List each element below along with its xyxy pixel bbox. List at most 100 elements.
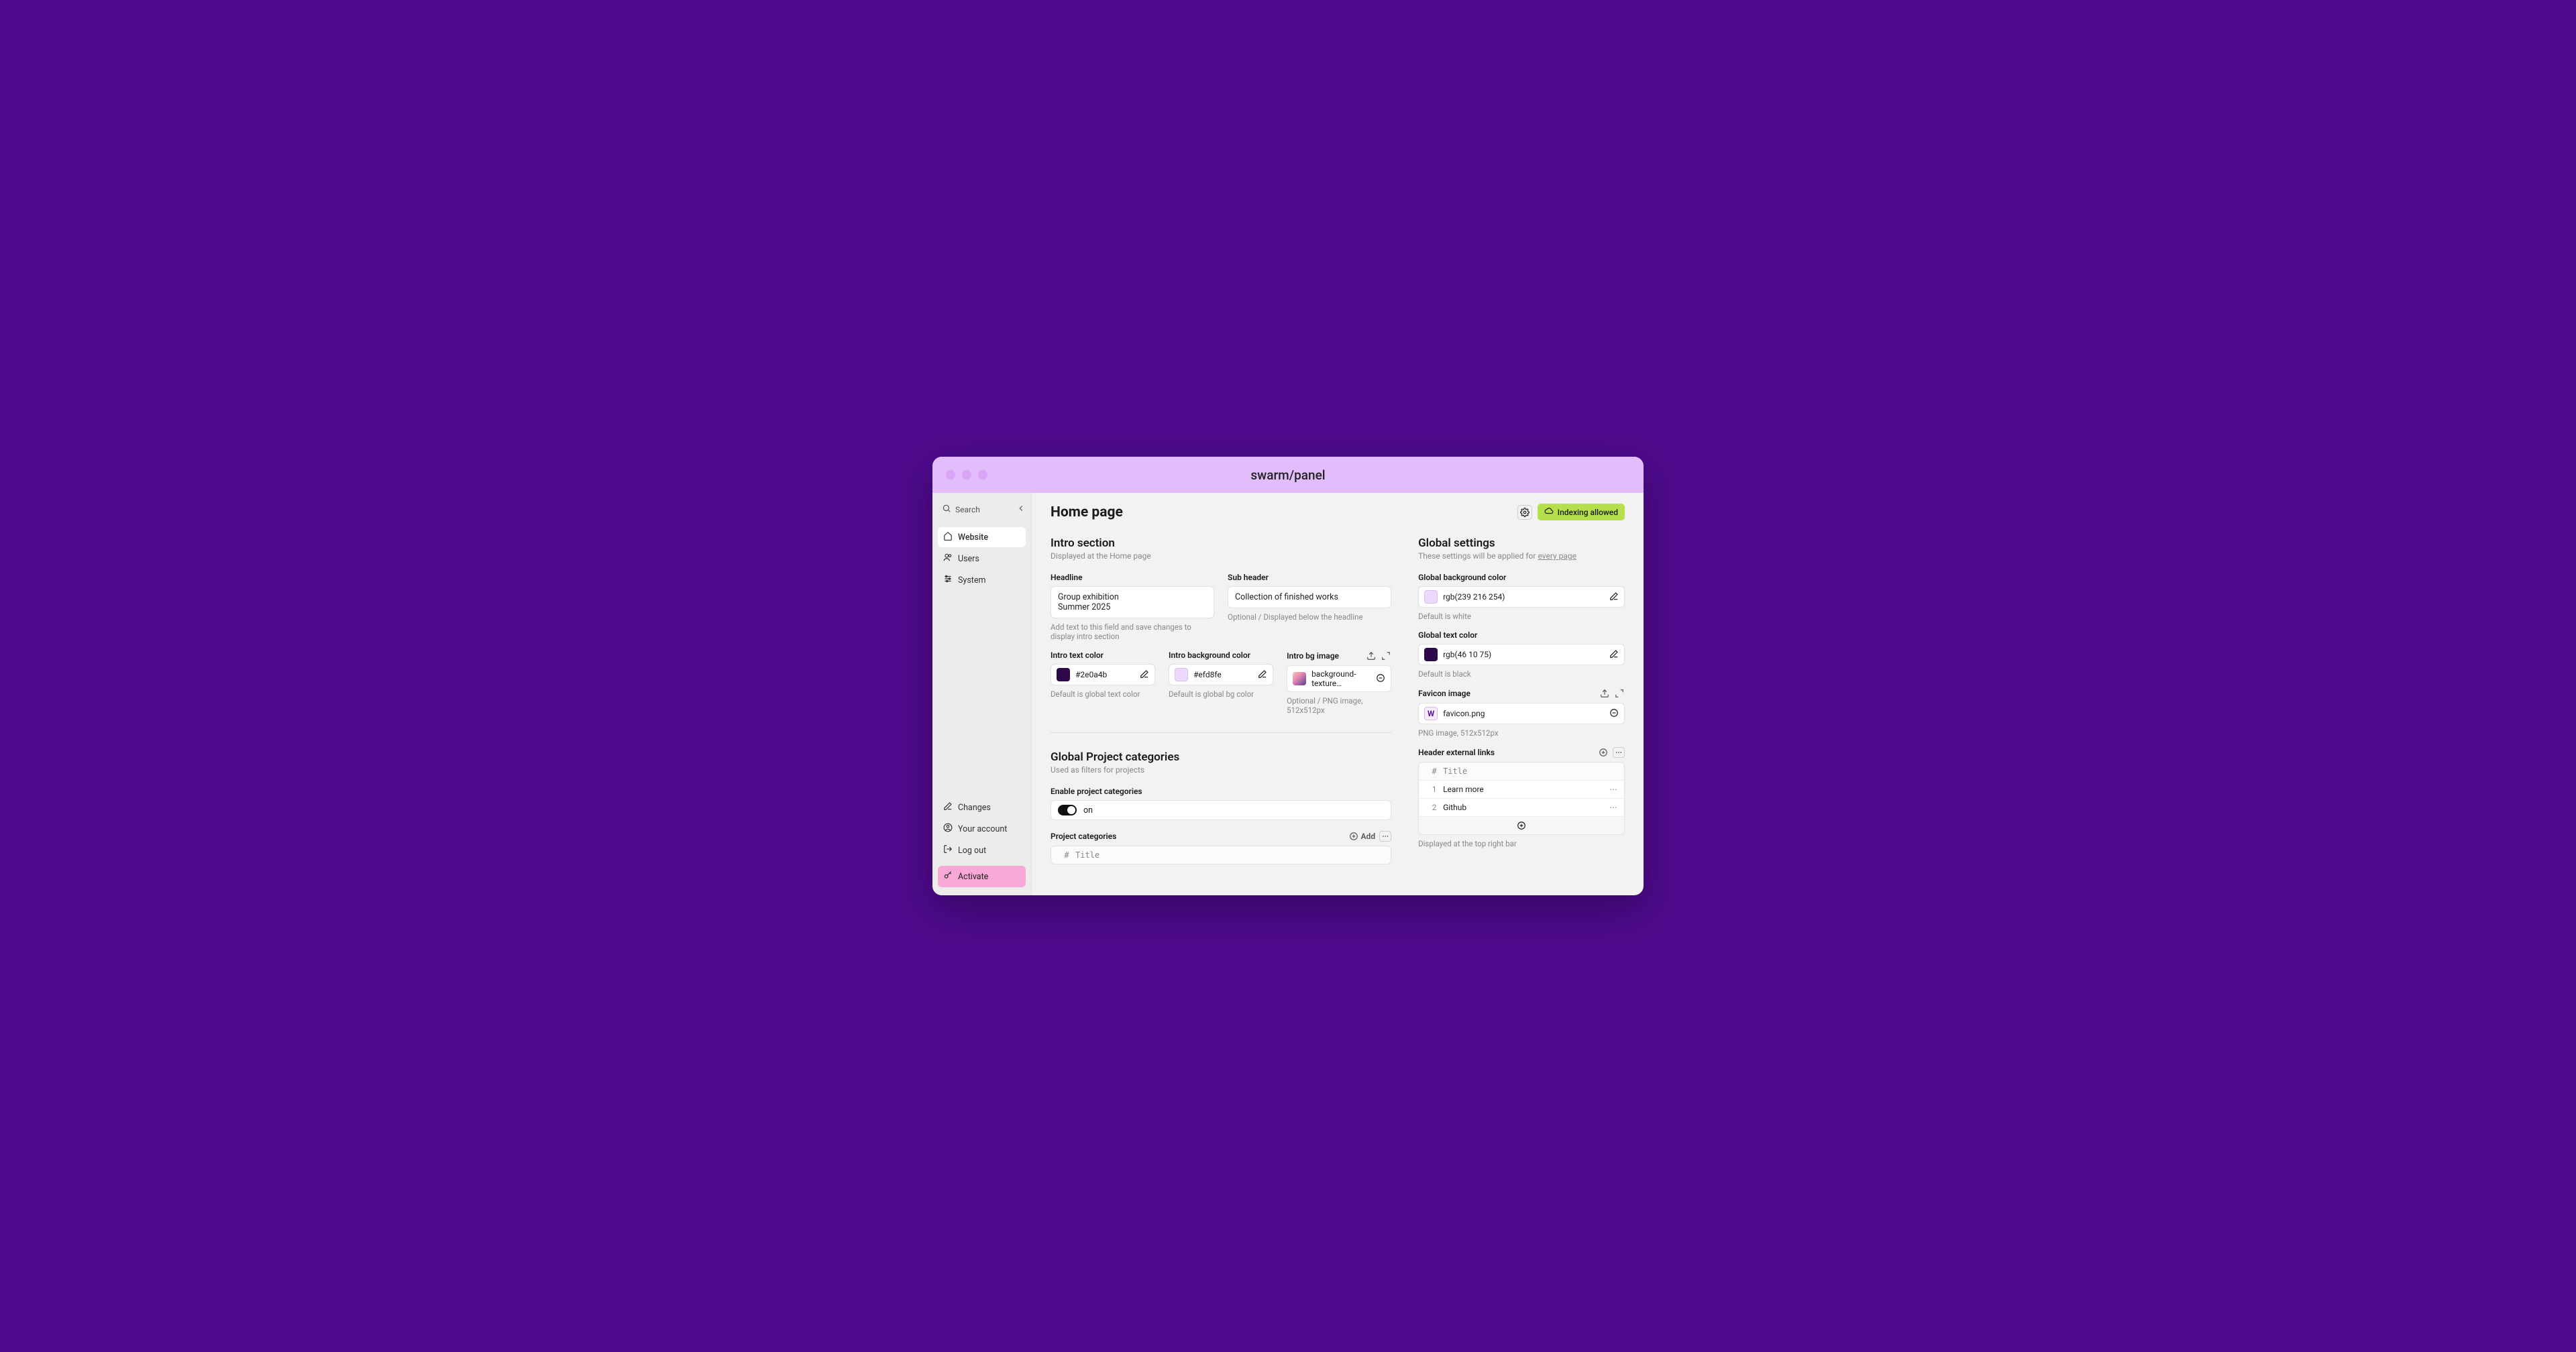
cloud-icon bbox=[1544, 506, 1554, 518]
favicon-filename: favicon.png bbox=[1443, 709, 1604, 718]
global-bg-color-label: Global background color bbox=[1418, 573, 1625, 582]
sidebar-item-changes[interactable]: Changes bbox=[938, 797, 1026, 818]
intro-bg-image-input[interactable]: background-texture… bbox=[1287, 665, 1391, 692]
row-index: 2 bbox=[1426, 803, 1443, 812]
global-text-color-helper: Default is black bbox=[1418, 669, 1625, 679]
intro-text-color-input[interactable]: #2e0a4b bbox=[1051, 664, 1155, 685]
col-index: # bbox=[1426, 767, 1443, 776]
global-text-color-input[interactable]: rgb(46 10 75) bbox=[1418, 644, 1625, 665]
activate-button[interactable]: Activate bbox=[938, 866, 1026, 887]
section-title: Global Project categories bbox=[1051, 750, 1391, 764]
sliders-icon bbox=[943, 574, 953, 586]
intro-text-color-label: Intro text color bbox=[1051, 651, 1155, 660]
intro-bg-color-input[interactable]: #efd8fe bbox=[1169, 664, 1273, 685]
add-row-button[interactable] bbox=[1419, 816, 1624, 834]
upload-icon[interactable] bbox=[1366, 651, 1377, 661]
key-icon bbox=[943, 870, 953, 883]
global-bg-color-input[interactable]: rgb(239 216 254) bbox=[1418, 586, 1625, 608]
subheader-input[interactable]: Collection of finished works bbox=[1228, 586, 1391, 608]
sidebar-item-label: Log out bbox=[958, 846, 986, 856]
section-title: Intro section bbox=[1051, 537, 1391, 550]
global-section: Global settings These settings will be a… bbox=[1418, 537, 1625, 848]
sidebar-item-logout[interactable]: Log out bbox=[938, 840, 1026, 860]
more-icon[interactable]: ⋯ bbox=[1613, 747, 1625, 758]
table-row[interactable]: 1 Learn more ⋯ bbox=[1419, 780, 1624, 798]
favicon-input[interactable]: W favicon.png bbox=[1418, 703, 1625, 724]
intro-bg-image-helper: Optional / PNG image, 512x512px bbox=[1287, 696, 1391, 715]
sidebar-item-label: Website bbox=[958, 532, 988, 543]
headline-label: Headline bbox=[1051, 573, 1214, 582]
expand-icon[interactable] bbox=[1614, 688, 1625, 699]
global-bg-color-helper: Default is white bbox=[1418, 612, 1625, 621]
headline-helper: Add text to this field and save changes … bbox=[1051, 622, 1214, 641]
users-icon bbox=[943, 553, 953, 565]
intro-bg-color-label: Intro background color bbox=[1169, 651, 1273, 660]
app-window: swarm/panel Search Website bbox=[932, 457, 1644, 895]
sidebar-item-label: Users bbox=[958, 554, 979, 564]
sidebar-item-system[interactable]: System bbox=[938, 570, 1026, 590]
remove-icon[interactable] bbox=[1609, 708, 1619, 720]
sidebar-item-label: Changes bbox=[958, 803, 991, 813]
row-title: Learn more bbox=[1443, 785, 1609, 794]
sidebar-item-website[interactable]: Website bbox=[938, 527, 1026, 547]
more-icon[interactable]: ⋯ bbox=[1379, 831, 1391, 842]
window-title: swarm/panel bbox=[932, 467, 1644, 483]
favicon-helper: PNG image, 512x512px bbox=[1418, 728, 1625, 738]
sidebar-item-label: Your account bbox=[958, 824, 1007, 834]
page-title: Home page bbox=[1051, 504, 1123, 520]
settings-gear-button[interactable] bbox=[1517, 505, 1532, 520]
activate-label: Activate bbox=[958, 872, 988, 882]
headline-input[interactable]: Group exhibition Summer 2025 bbox=[1051, 586, 1214, 618]
headline-field: Headline Group exhibition Summer 2025 Ad… bbox=[1051, 573, 1214, 641]
table-row[interactable]: 2 Github ⋯ bbox=[1419, 798, 1624, 816]
indexing-badge[interactable]: Indexing allowed bbox=[1538, 504, 1625, 520]
categories-table: # Title bbox=[1051, 846, 1391, 864]
indexing-label: Indexing allowed bbox=[1558, 508, 1618, 517]
categories-table-label: Project categories bbox=[1051, 832, 1116, 841]
subheader-field: Sub header Collection of finished works … bbox=[1228, 573, 1391, 641]
remove-icon[interactable] bbox=[1376, 673, 1385, 685]
search-placeholder: Search bbox=[955, 505, 980, 514]
add-label: Add bbox=[1361, 832, 1376, 841]
sidebar: Search Website Users System bbox=[932, 493, 1032, 895]
row-title: Github bbox=[1443, 803, 1609, 812]
row-more-icon[interactable]: ⋯ bbox=[1609, 785, 1617, 794]
links-helper: Displayed at the top right bar bbox=[1418, 839, 1625, 848]
color-swatch bbox=[1057, 668, 1070, 681]
section-subtitle: Displayed at the Home page bbox=[1051, 551, 1391, 561]
sidebar-collapse-icon[interactable] bbox=[1016, 504, 1026, 515]
sidebar-nav: Website Users System bbox=[938, 527, 1026, 590]
page-header: Home page Indexing allowed bbox=[1051, 504, 1625, 520]
expand-icon[interactable] bbox=[1381, 651, 1391, 661]
section-subtitle: These settings will be applied for every… bbox=[1418, 551, 1625, 561]
color-swatch bbox=[1424, 648, 1438, 661]
color-value: #2e0a4b bbox=[1075, 670, 1134, 679]
intro-bg-image-field: Intro bg image background-texture… bbox=[1287, 651, 1391, 715]
col-title: Title bbox=[1075, 850, 1384, 860]
intro-text-color-field: Intro text color #2e0a4b Default is glob… bbox=[1051, 651, 1155, 715]
upload-icon[interactable] bbox=[1599, 688, 1610, 699]
sidebar-search[interactable]: Search bbox=[938, 501, 1026, 518]
favicon-label: Favicon image bbox=[1418, 689, 1470, 698]
toggle-value: on bbox=[1083, 805, 1093, 815]
logout-icon bbox=[943, 844, 953, 856]
add-link-button[interactable] bbox=[1598, 747, 1609, 758]
edit-icon[interactable] bbox=[1258, 669, 1267, 681]
enable-categories-toggle[interactable]: on bbox=[1051, 800, 1391, 820]
row-more-icon[interactable]: ⋯ bbox=[1609, 803, 1617, 812]
intro-bg-image-label: Intro bg image bbox=[1287, 651, 1339, 661]
toggle-switch-icon bbox=[1058, 805, 1077, 815]
edit-icon[interactable] bbox=[1140, 669, 1149, 681]
edit-icon[interactable] bbox=[1609, 592, 1619, 603]
subheader-helper: Optional / Displayed below the headline bbox=[1228, 612, 1391, 622]
sidebar-item-users[interactable]: Users bbox=[938, 549, 1026, 569]
search-icon bbox=[942, 504, 951, 515]
sidebar-bottom: Changes Your account Log out Activate bbox=[938, 797, 1026, 887]
add-category-button[interactable]: Add bbox=[1349, 831, 1376, 842]
image-thumbnail bbox=[1293, 672, 1306, 685]
edit-icon[interactable] bbox=[1609, 649, 1619, 661]
window-titlebar: swarm/panel bbox=[932, 457, 1644, 493]
color-swatch bbox=[1424, 590, 1438, 604]
sidebar-item-account[interactable]: Your account bbox=[938, 819, 1026, 839]
color-swatch bbox=[1175, 668, 1188, 681]
